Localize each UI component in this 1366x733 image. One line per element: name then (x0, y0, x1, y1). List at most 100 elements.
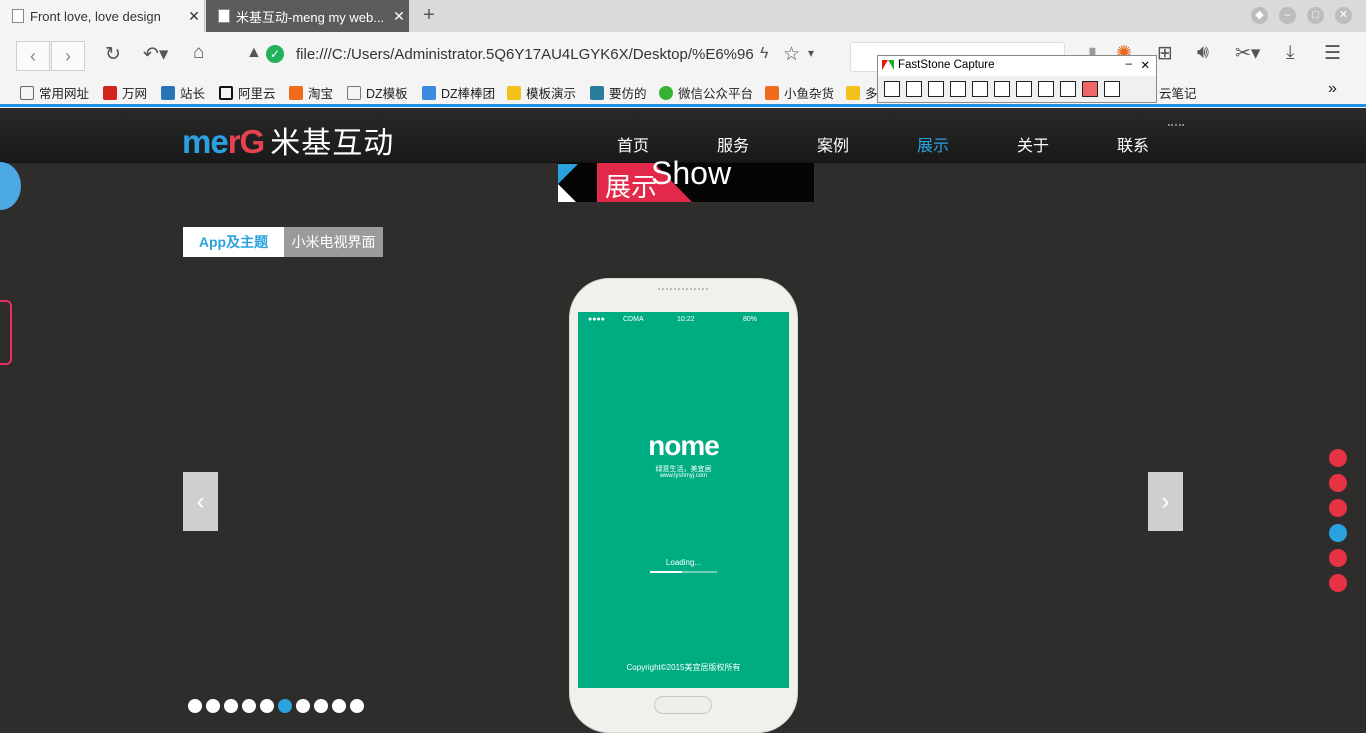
bookmark-item[interactable]: 要仿的 (590, 83, 647, 102)
menu-icon[interactable]: ☰ (1324, 42, 1341, 65)
star-icon[interactable]: ☆ (783, 43, 800, 66)
toolbar: ‹ › ↻ ↶▾ ⌂ ▲ ✓ file:///C:/Users/Administ… (0, 32, 1366, 78)
scissors-icon[interactable]: ✂▾ (1235, 42, 1260, 65)
download-icon[interactable]: ⤓ (1286, 42, 1294, 64)
side-nav-dot[interactable] (1329, 574, 1347, 592)
bookmark-item[interactable]: 小鱼杂货 (765, 83, 834, 102)
bookmark-item[interactable]: 云笔记 (1159, 83, 1197, 102)
apps-icon[interactable]: ⊞ (1157, 42, 1173, 65)
banner-triangle (558, 164, 578, 184)
next-button[interactable]: › (1148, 472, 1183, 531)
site-icon (765, 85, 779, 100)
slide-dot[interactable] (206, 699, 220, 713)
forward-button[interactable]: › (51, 41, 85, 71)
nav-contact[interactable]: 联系 (1117, 132, 1149, 156)
more-bookmarks[interactable]: » (1328, 80, 1337, 98)
minimize-icon[interactable]: – (1279, 7, 1296, 24)
slide-dot[interactable] (224, 699, 238, 713)
bookmark-item[interactable]: 万网 (103, 83, 147, 102)
slide-dot[interactable] (332, 699, 346, 713)
close-window-icon[interactable]: ✕ (1335, 7, 1352, 24)
site-logo[interactable]: merG 米基互动 (182, 118, 394, 162)
tab-mi-tv[interactable]: 小米电视界面 (284, 227, 383, 257)
side-nav-dot-active[interactable] (1329, 524, 1347, 542)
nav-home[interactable]: 首页 (617, 132, 649, 156)
volume-icon[interactable]: 🔊︎ (1197, 42, 1209, 64)
slide-dot[interactable] (296, 699, 310, 713)
home-icon[interactable]: ⌂ (193, 42, 204, 64)
side-nav-dot[interactable] (1329, 499, 1347, 517)
bookmark-item[interactable]: 多 (846, 83, 878, 102)
browser-chrome: Front love, love design ✕ 米基互动-meng my w… (0, 0, 1366, 108)
slide-dot[interactable] (188, 699, 202, 713)
site-icon (590, 85, 604, 100)
capture-scroll-icon[interactable] (1016, 81, 1032, 97)
undo-icon[interactable]: ↶▾ (143, 43, 168, 66)
bookmark-item[interactable]: 阿里云 (219, 83, 276, 102)
side-nav-dot[interactable] (1329, 549, 1347, 567)
capture-fixed-icon[interactable] (1038, 81, 1054, 97)
app-logo: nome (648, 430, 720, 461)
slide-dot-active[interactable] (278, 699, 292, 713)
slide-dot[interactable] (314, 699, 328, 713)
site-icon (422, 85, 436, 100)
slide-dot[interactable] (350, 699, 364, 713)
side-nav-dot[interactable] (1329, 474, 1347, 492)
tab-app-theme[interactable]: App及主题 (183, 227, 284, 257)
capture-object-icon[interactable] (928, 81, 944, 97)
bookmark-item[interactable]: 淘宝 (289, 83, 333, 102)
skin-icon[interactable]: ◆ (1251, 7, 1268, 24)
speaker-icon: ▲ (246, 44, 262, 61)
close-icon[interactable]: ✕ (1140, 58, 1150, 72)
open-icon[interactable] (884, 81, 900, 97)
lightning-icon[interactable]: ϟ (760, 45, 768, 63)
address-bar[interactable]: file:///C:/Users/Administrator.5Q6Y17AU4… (296, 46, 754, 63)
video-icon[interactable] (1060, 81, 1076, 97)
bookmark-item[interactable]: DZ模板 (347, 83, 408, 102)
minimize-icon[interactable]: – (1126, 58, 1132, 70)
prev-button[interactable]: ‹ (183, 472, 218, 531)
tab-title: 米基互动-meng my web... (236, 9, 385, 25)
close-icon[interactable]: ✕ (184, 8, 204, 25)
back-button[interactable]: ‹ (16, 41, 50, 71)
tab-meng[interactable]: 米基互动-meng my web... ✕ (206, 0, 409, 32)
capture-window-icon[interactable] (906, 81, 922, 97)
slide-dot[interactable] (260, 699, 274, 713)
bookmark-item[interactable]: 微信公众平台 (659, 83, 753, 102)
close-icon[interactable]: ✕ (389, 8, 409, 25)
nav-about[interactable]: 关于 (1017, 132, 1049, 156)
phone-home-button (654, 696, 712, 714)
nav-services[interactable]: 服务 (717, 132, 749, 156)
new-tab-button[interactable]: + (414, 4, 444, 28)
site-icon (161, 85, 175, 100)
app-url: www.lyshmyj.com (659, 473, 708, 479)
settings-icon[interactable] (1104, 81, 1120, 97)
slide-dot[interactable] (242, 699, 256, 713)
capture-buttons (878, 76, 1156, 102)
bookmark-item[interactable]: DZ棒棒团 (422, 83, 495, 102)
nav-cases[interactable]: 案例 (817, 132, 849, 156)
side-circle-button[interactable] (0, 162, 21, 210)
nav-show[interactable]: 展示 (917, 132, 949, 156)
capture-fullscreen-icon[interactable] (994, 81, 1010, 97)
shield-icon[interactable]: ✓ (266, 45, 284, 63)
bookmark-item[interactable]: 模板演示 (507, 83, 576, 102)
capture-rect-icon[interactable] (950, 81, 966, 97)
bookmarks-bar: 常用网址 万网 站长 阿里云 淘宝 DZ模板 DZ棒棒团 模板演示 要仿的 微信… (0, 78, 1366, 104)
site-icon (219, 85, 233, 100)
maximize-icon[interactable]: □ (1307, 7, 1324, 24)
bookmark-item[interactable]: 站长 (161, 83, 205, 102)
battery: 80% (743, 316, 758, 323)
tab-front-love[interactable]: Front love, love design ✕ (0, 0, 205, 32)
output-icon[interactable] (1082, 81, 1098, 97)
capture-freehand-icon[interactable] (972, 81, 988, 97)
side-nav-dot[interactable] (1329, 449, 1347, 467)
signal-dots: ●●●● (588, 316, 605, 323)
bookmark-item[interactable]: 常用网址 (20, 83, 89, 102)
faststone-capture-window[interactable]: FastStone Capture – ✕ (877, 55, 1157, 103)
side-tab[interactable] (0, 300, 12, 365)
phone-earpiece (658, 288, 708, 292)
carrier: CDMA (623, 316, 644, 323)
chevron-down-icon[interactable]: ▾ (808, 46, 814, 60)
reload-icon[interactable]: ↻ (105, 43, 121, 66)
